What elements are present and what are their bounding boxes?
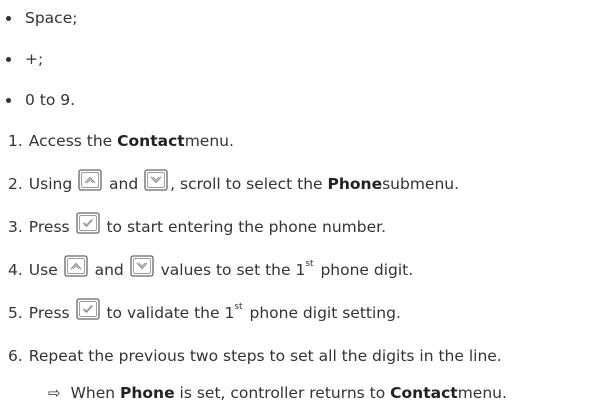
step-text: and bbox=[89, 261, 129, 279]
step-text: Press bbox=[28, 304, 75, 322]
step-number: 4. bbox=[8, 261, 23, 279]
menu-name: Phone bbox=[120, 384, 175, 402]
bullet-text: 0 to 9. bbox=[25, 91, 76, 109]
result-arrow-icon: ⇨ bbox=[48, 384, 61, 402]
step-item: 6. Repeat the previous two steps to set … bbox=[0, 345, 502, 367]
step-item: 2. Using and , scroll to select the Phon… bbox=[0, 169, 460, 195]
up-arrow-key-icon bbox=[64, 255, 88, 277]
down-arrow-key-icon bbox=[130, 255, 154, 277]
menu-name: Phone bbox=[327, 175, 383, 193]
up-arrow-key-icon bbox=[78, 169, 102, 191]
menu-name: Contact bbox=[117, 132, 185, 150]
bullet-text: +; bbox=[25, 50, 44, 68]
step-text: phone digit setting. bbox=[244, 304, 401, 322]
step-text: , scroll to select the bbox=[170, 175, 328, 193]
ordinal-suffix: st bbox=[234, 302, 243, 312]
ordinal-suffix: st bbox=[305, 259, 314, 269]
step-text: values to set the 1 bbox=[155, 261, 306, 279]
step-text: Repeat the previous two steps to set all… bbox=[28, 347, 502, 365]
step-item: 3. Press to start entering the phone num… bbox=[0, 212, 387, 238]
step-text: phone digit. bbox=[315, 261, 414, 279]
step-text: submenu. bbox=[382, 175, 460, 193]
result-text: is set, controller returns to bbox=[174, 384, 391, 402]
down-arrow-key-icon bbox=[144, 169, 168, 191]
step-item: 5. Press to validate the 1st phone digit… bbox=[0, 298, 401, 324]
result-note: ⇨ When Phone is set, controller returns … bbox=[0, 382, 507, 404]
step-number: 6. bbox=[8, 347, 23, 365]
bullet-item: Space; bbox=[0, 7, 77, 29]
step-text: Press bbox=[28, 218, 75, 236]
result-text: menu. bbox=[457, 384, 507, 402]
bullet-item: 0 to 9. bbox=[0, 89, 75, 111]
check-key-icon bbox=[75, 212, 100, 234]
step-number: 1. bbox=[8, 132, 23, 150]
step-number: 3. bbox=[8, 218, 23, 236]
step-item: 1. Access the Contact menu. bbox=[0, 130, 234, 152]
manual-page: Space; +; 0 to 9. 1. Access the Contact … bbox=[0, 0, 606, 414]
bullet-item: +; bbox=[0, 48, 43, 70]
step-text: and bbox=[104, 175, 144, 193]
bullet-text: Space; bbox=[25, 9, 78, 27]
bullet-dot-icon bbox=[6, 56, 11, 62]
result-text: When bbox=[70, 384, 121, 402]
step-text: to validate the 1 bbox=[101, 304, 235, 322]
step-text: menu. bbox=[184, 132, 234, 150]
step-number: 2. bbox=[8, 175, 23, 193]
menu-name: Contact bbox=[390, 384, 458, 402]
step-item: 4. Use and values to set the 1st phone d… bbox=[0, 255, 414, 281]
step-text: Using bbox=[28, 175, 78, 193]
check-key-icon bbox=[75, 298, 100, 320]
step-text: to start entering the phone number. bbox=[101, 218, 387, 236]
step-number: 5. bbox=[8, 304, 23, 322]
step-text: Access the bbox=[28, 132, 118, 150]
bullet-dot-icon bbox=[6, 15, 11, 21]
step-text: Use bbox=[28, 261, 63, 279]
bullet-dot-icon bbox=[6, 97, 11, 103]
